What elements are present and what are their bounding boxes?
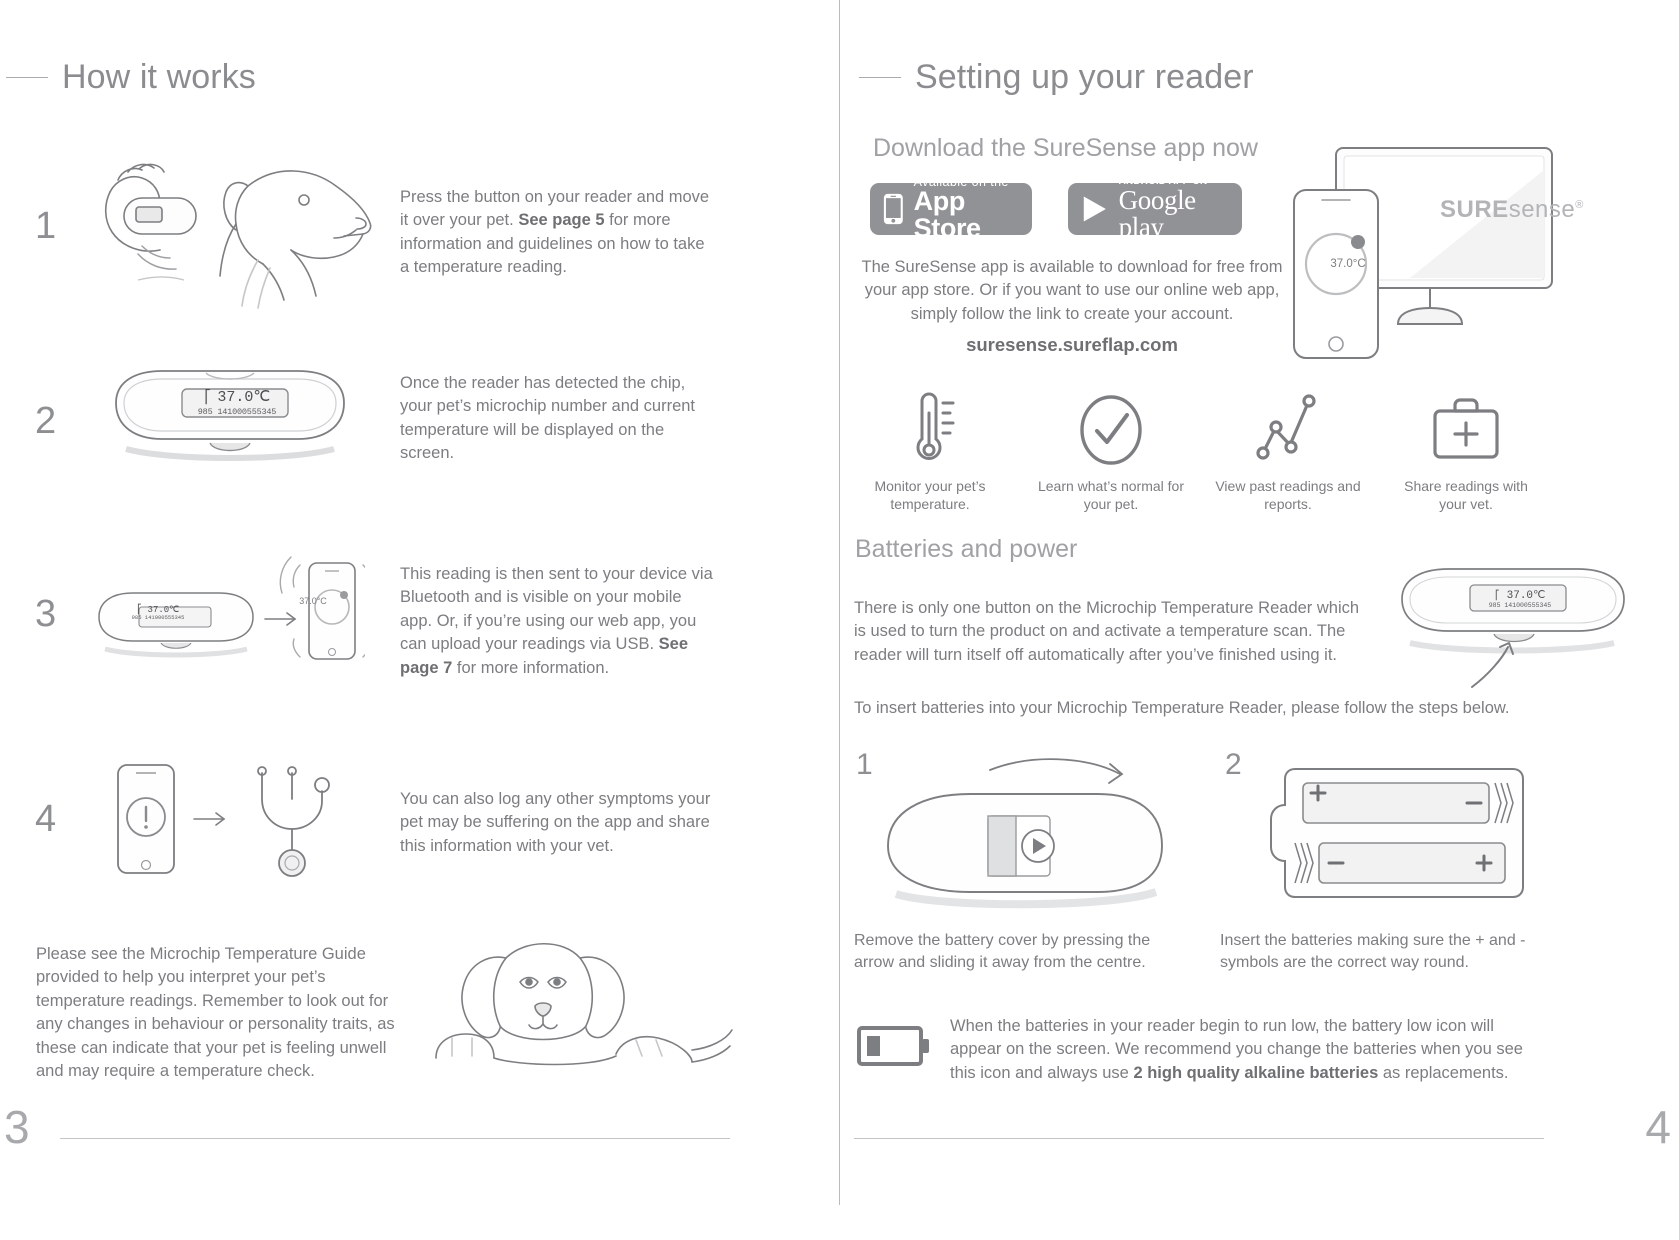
feature-caption-2: Learn what’s normal for your pet. [1037, 478, 1185, 513]
feature-caption-1: Monitor your pet’s temperature. [874, 478, 986, 513]
batteries-paragraph-2: To insert batteries into your Microchip … [854, 699, 1510, 717]
download-paragraph: The SureSense app is available to downlo… [861, 258, 1283, 323]
step-3-text: This reading is then sent to your device… [400, 563, 718, 680]
manual-spread: How it works 1 Press the button on your … [0, 0, 1679, 1240]
suresense-url[interactable]: suresense.sureflap.com [856, 334, 1288, 356]
step-3-text-part-3: for more information. [452, 658, 610, 677]
google-play-badge-big: Google play [1118, 185, 1196, 242]
iphone-icon [883, 193, 903, 225]
reader-screen-small-left: ⎡ 37.0℃ 985 141000555345 [122, 605, 194, 622]
battery-low-text-part-3: as replacements. [1378, 1063, 1509, 1082]
step-number-3: 3 [35, 593, 57, 635]
feature-learn-normal: Learn what’s normal for your pet. [1036, 383, 1186, 513]
heading-text-right: Setting up your reader [915, 58, 1254, 96]
download-subheading: Download the SureSense app now [873, 134, 1258, 162]
reader-temperature-right: 37.0℃ [1506, 590, 1546, 602]
step-number-4: 4 [35, 798, 57, 840]
reader-device-illustration [110, 365, 355, 475]
app-store-badge-big: App Store [913, 186, 981, 244]
battery-step-number-2: 2 [1225, 748, 1242, 781]
bluetooth-icon-right: ⎡ [1494, 591, 1501, 601]
left-page-number: 3 [4, 1101, 30, 1153]
step-2-text: Once the reader has detected the chip, y… [400, 372, 718, 466]
dog-with-reader-illustration [98, 150, 373, 310]
left-footnote: Please see the Microchip Temperature Gui… [36, 945, 395, 1081]
left-page-heading: How it works [6, 58, 256, 97]
phone-to-stethoscope-illustration [110, 755, 360, 885]
left-page: How it works 1 Press the button on your … [0, 0, 840, 1240]
step-1-text: Press the button on your reader and move… [400, 186, 718, 280]
feature-past-readings: View past readings and reports. [1213, 383, 1363, 513]
reader-temperature: 37.0℃ [217, 389, 271, 406]
battery-insert-illustration [1255, 755, 1545, 910]
play-triangle-icon [1083, 196, 1106, 222]
step-1-text-part-2: See page 5 [518, 211, 605, 230]
bluetooth-icon: ⎡ [203, 390, 213, 405]
battery-cover-slide-illustration [870, 750, 1200, 910]
right-page: Setting up your reader Download the Sure… [840, 0, 1679, 1240]
right-page-heading: Setting up your reader [859, 58, 1254, 97]
check-circle-icon [1074, 383, 1148, 469]
google-play-badge[interactable]: ANDROID APP ON Google play [1068, 177, 1242, 241]
google-play-badge-texts: ANDROID APP ON Google play [1119, 177, 1242, 241]
battery-low-text-part-2: 2 high quality alkaline batteries [1133, 1063, 1379, 1082]
heading-text: How it works [62, 58, 256, 96]
monitor-logo-mark: ® [1575, 199, 1584, 211]
app-store-badge[interactable]: Available on the App Store [870, 176, 1032, 242]
left-folio-rule [60, 1138, 730, 1139]
feature-monitor-temperature: Monitor your pet’s temperature. [855, 383, 1005, 513]
battery-low-icon [856, 1022, 932, 1070]
app-store-badge-texts: Available on the App Store [914, 176, 1032, 243]
monitor-logo: SUREsense® [1440, 196, 1584, 224]
thermometer-icon [900, 383, 960, 469]
heading-rule-right [859, 77, 901, 78]
step-4-text-part-1: You can also log any other symptoms your… [400, 790, 711, 855]
device-mockup-illustration [1290, 140, 1558, 360]
reader-screen-right: ⎡ 37.0℃ 985 141000555345 [1472, 590, 1568, 609]
feature-caption-4: Share readings with your vet. [1404, 478, 1528, 513]
phone-temperature-left: 37.0°C [299, 596, 327, 606]
feature-caption-3: View past readings and reports. [1215, 478, 1361, 513]
line-chart-icon [1250, 383, 1326, 469]
feature-share-vet: Share readings with your vet. [1391, 383, 1541, 513]
reader-microchip-right: 985 141000555345 [1488, 601, 1552, 609]
battery-step-1-caption: Remove the battery cover by pressing the… [854, 932, 1151, 972]
monitor-logo-sure: SURE [1440, 196, 1509, 223]
monitor-logo-sense: sense [1508, 196, 1576, 223]
step-number-2: 2 [35, 400, 57, 442]
reader-screen-left: ⎡ 37.0℃ 985 141000555345 [182, 390, 292, 417]
batteries-paragraph-1: There is only one button on the Microchi… [854, 599, 1360, 664]
mockup-phone-temperature: 37.0°C [1330, 258, 1366, 270]
heading-rule [6, 77, 48, 78]
right-folio-rule [854, 1138, 1544, 1139]
step-number-1: 1 [35, 205, 57, 247]
battery-step-2-caption: Insert the batteries making sure the + a… [1220, 932, 1526, 972]
step-4-text: You can also log any other symptoms your… [400, 788, 718, 858]
reader-button-illustration [1396, 555, 1646, 690]
right-page-number: 4 [1645, 1101, 1671, 1153]
reader-microchip-small: 985 141000555345 [131, 614, 185, 622]
batteries-subheading: Batteries and power [855, 535, 1078, 563]
step-2-text-part-1: Once the reader has detected the chip, y… [400, 374, 696, 463]
reader-microchip-number: 985 141000555345 [197, 406, 277, 417]
medical-bag-icon [1426, 383, 1506, 469]
battery-low-text: When the batteries in your reader begin … [950, 1015, 1525, 1085]
resting-dog-illustration [430, 930, 740, 1075]
